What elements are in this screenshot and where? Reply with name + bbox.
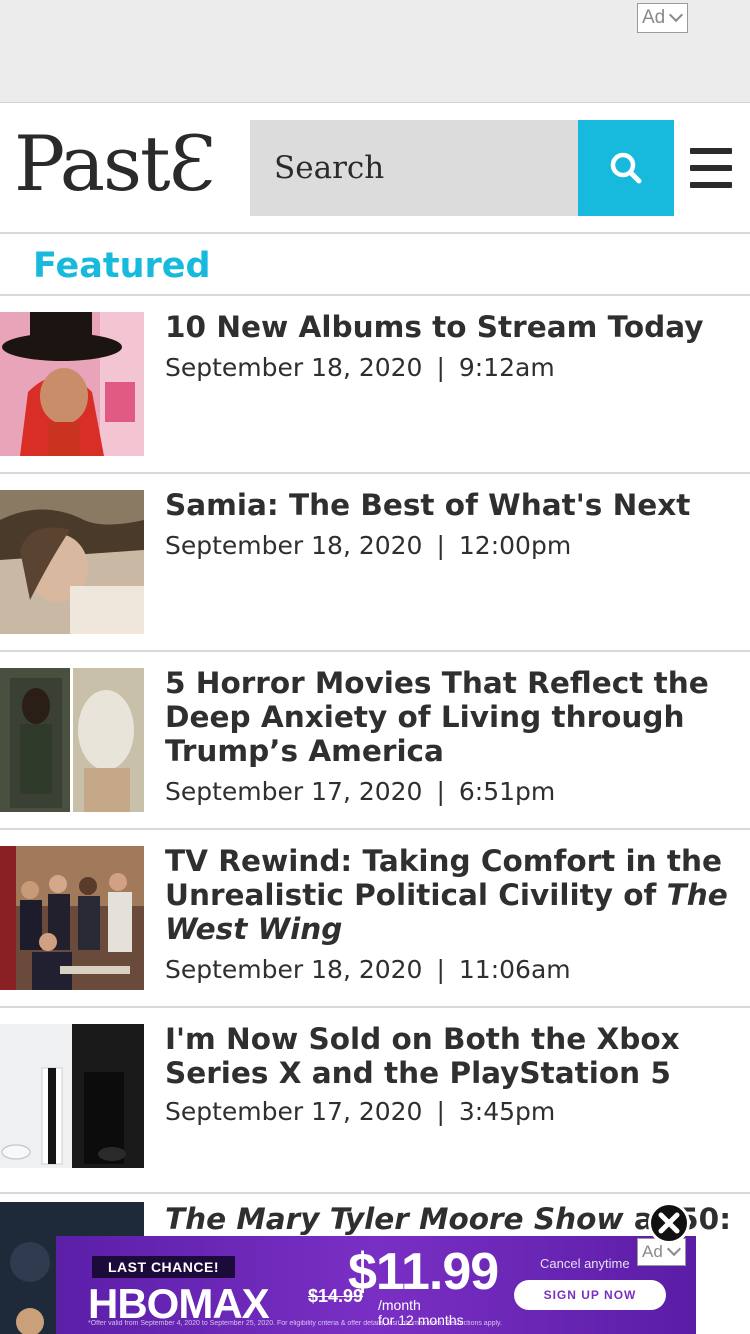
article-title[interactable]: Samia: The Best of What's Next [165,488,735,522]
search-button[interactable] [578,120,674,216]
article-title[interactable]: 5 Horror Movies That Reflect the Deep An… [165,666,735,768]
article-date: September 17, 2020 [165,1097,423,1126]
article-title-text: TV Rewind: Taking Comfort in the Unreali… [165,844,723,912]
article-meta: September 18, 2020 | 12:00pm [165,531,572,560]
article-title[interactable]: 10 New Albums to Stream Today [165,310,735,344]
close-icon[interactable] [648,1202,690,1244]
site-logo[interactable]: PastƐ [14,126,216,202]
ad-cancel-text: Cancel anytime [540,1256,630,1271]
article-title[interactable]: I'm Now Sold on Both the Xbox Series X a… [165,1022,735,1090]
ad-signup-button[interactable]: SIGN UP NOW [514,1280,666,1310]
site-header: PastƐ [0,104,750,234]
article-time: 6:51pm [458,777,556,806]
ad-fine-print: *Offer valid from September 4, 2020 to S… [88,1320,502,1327]
hamburger-menu-icon[interactable] [690,148,732,188]
search-input[interactable] [274,150,564,186]
bottom-ad-banner[interactable]: LAST CHANCE! HBOMAX $14.99 $11.99 /month… [56,1236,696,1334]
ad-choices-button[interactable]: Ad [637,3,689,33]
article-time: 9:12am [458,353,555,382]
article-thumbnail[interactable] [0,312,144,456]
article-item[interactable]: Samia: The Best of What's Next September… [0,474,750,652]
article-title[interactable]: TV Rewind: Taking Comfort in the Unreali… [165,844,735,946]
article-item[interactable]: 5 Horror Movies That Reflect the Deep An… [0,652,750,830]
article-meta: September 18, 2020 | 11:06am [165,955,571,984]
ad-price: $11.99 [348,1243,499,1301]
article-thumbnail[interactable] [0,668,144,812]
ad-badge: LAST CHANCE! [92,1256,235,1278]
section-title: Featured [33,246,211,286]
article-time: 11:06am [458,955,571,984]
article-meta: September 17, 2020 | 3:45pm [165,1097,556,1126]
article-date: September 18, 2020 [165,353,423,382]
search-icon [610,152,642,184]
search-field[interactable] [250,120,580,216]
featured-section-header: Featured [0,236,750,296]
article-meta: September 17, 2020 | 6:51pm [165,777,556,806]
chevron-down-icon [669,7,684,23]
article-date: September 17, 2020 [165,777,423,806]
article-thumbnail[interactable] [0,1024,144,1168]
article-date: September 18, 2020 [165,531,423,560]
top-ad-banner[interactable]: Ad [0,0,750,103]
article-thumbnail[interactable] [0,846,144,990]
article-item[interactable]: TV Rewind: Taking Comfort in the Unreali… [0,830,750,1008]
chevron-down-icon [666,1241,681,1257]
article-date: September 18, 2020 [165,955,423,984]
article-time: 3:45pm [458,1097,556,1126]
article-item[interactable]: I'm Now Sold on Both the Xbox Series X a… [0,1008,750,1194]
article-title-italic: The Mary Tyler Moore Show [165,1202,624,1236]
ad-choice-label: Ad [642,7,666,28]
article-item[interactable]: 10 New Albums to Stream Today September … [0,296,750,474]
article-meta: September 18, 2020 | 9:12am [165,353,555,382]
article-time: 12:00pm [458,531,572,560]
article-thumbnail[interactable] [0,490,144,634]
ad-choice-label: Ad [642,1242,663,1261]
